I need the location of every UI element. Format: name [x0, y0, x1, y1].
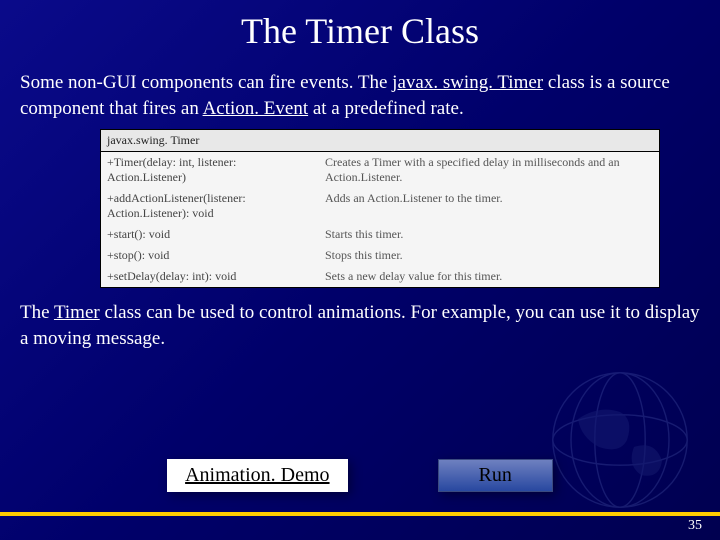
- link-timer: Timer: [54, 302, 100, 323]
- api-row: +start(): void Starts this timer.: [101, 224, 659, 245]
- link-javax-swing-timer: javax. swing. Timer: [392, 72, 543, 93]
- api-description: Stops this timer.: [325, 248, 653, 263]
- api-description: Adds an Action.Listener to the timer.: [325, 191, 653, 221]
- slide: The Timer Class Some non-GUI components …: [0, 0, 720, 540]
- api-class-name: javax.swing. Timer: [101, 130, 659, 152]
- link-action-event: Action. Event: [203, 98, 309, 119]
- buttons-row: Animation. Demo Run: [0, 459, 720, 492]
- animation-demo-button[interactable]: Animation. Demo: [167, 459, 347, 492]
- outro-paragraph: The Timer class can be used to control a…: [0, 300, 720, 351]
- api-description: Creates a Timer with a specified delay i…: [325, 155, 653, 185]
- outro-text-1: The: [20, 302, 54, 323]
- intro-text-1: Some non-GUI components can fire events.…: [20, 72, 392, 93]
- intro-paragraph: Some non-GUI components can fire events.…: [0, 70, 720, 121]
- api-signature: +addActionListener(listener: Action.List…: [107, 191, 307, 221]
- footer-divider: [0, 512, 720, 516]
- api-description: Starts this timer.: [325, 227, 653, 242]
- page-number: 35: [688, 518, 702, 534]
- api-description: Sets a new delay value for this timer.: [325, 269, 653, 284]
- intro-text-3: at a predefined rate.: [308, 98, 464, 119]
- api-row: +setDelay(delay: int): void Sets a new d…: [101, 266, 659, 287]
- outro-text-2: class can be used to control animations.…: [20, 302, 700, 349]
- api-signature: +stop(): void: [107, 248, 307, 263]
- api-signature: +start(): void: [107, 227, 307, 242]
- slide-title: The Timer Class: [0, 10, 720, 52]
- api-signature: +setDelay(delay: int): void: [107, 269, 307, 284]
- api-row: +addActionListener(listener: Action.List…: [101, 188, 659, 224]
- api-table: javax.swing. Timer +Timer(delay: int, li…: [100, 129, 660, 288]
- run-button[interactable]: Run: [438, 459, 553, 492]
- api-signature: +Timer(delay: int, listener: Action.List…: [107, 155, 307, 185]
- api-row: +stop(): void Stops this timer.: [101, 245, 659, 266]
- api-row: +Timer(delay: int, listener: Action.List…: [101, 152, 659, 188]
